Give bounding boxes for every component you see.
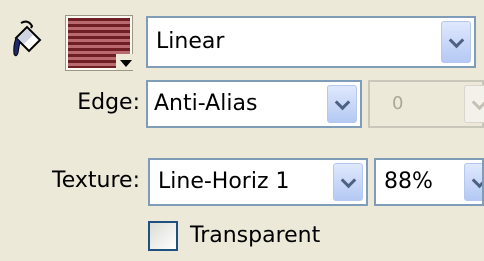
edge-amount-field: 0 — [368, 80, 484, 128]
paint-bucket-icon — [13, 20, 42, 57]
texture-amount-field[interactable]: 88% — [374, 158, 484, 206]
texture-label: Texture: — [52, 168, 140, 193]
fill-type-value: Linear — [156, 29, 225, 54]
texture-amount-dropdown-button[interactable] — [464, 163, 482, 201]
edge-amount-dropdown-button — [464, 85, 484, 123]
transparent-checkbox[interactable] — [148, 221, 178, 251]
texture-value: Line-Horiz 1 — [158, 169, 290, 194]
texture-dropdown-button[interactable] — [333, 163, 363, 201]
fill-type-dropdown-button[interactable] — [441, 21, 471, 63]
fill-type-select[interactable]: Linear — [146, 16, 476, 68]
texture-amount-value: 88% — [384, 171, 433, 193]
edge-dropdown-button[interactable] — [327, 85, 357, 123]
edge-label: Edge: — [77, 90, 140, 115]
swatch-dropdown-arrow-icon[interactable] — [116, 54, 136, 70]
edge-select[interactable]: Anti-Alias — [146, 80, 362, 128]
transparent-label[interactable]: Transparent — [190, 225, 320, 247]
texture-select[interactable]: Line-Horiz 1 — [148, 158, 368, 206]
edge-value: Anti-Alias — [154, 91, 258, 116]
edge-amount-value: 0 — [392, 93, 404, 114]
